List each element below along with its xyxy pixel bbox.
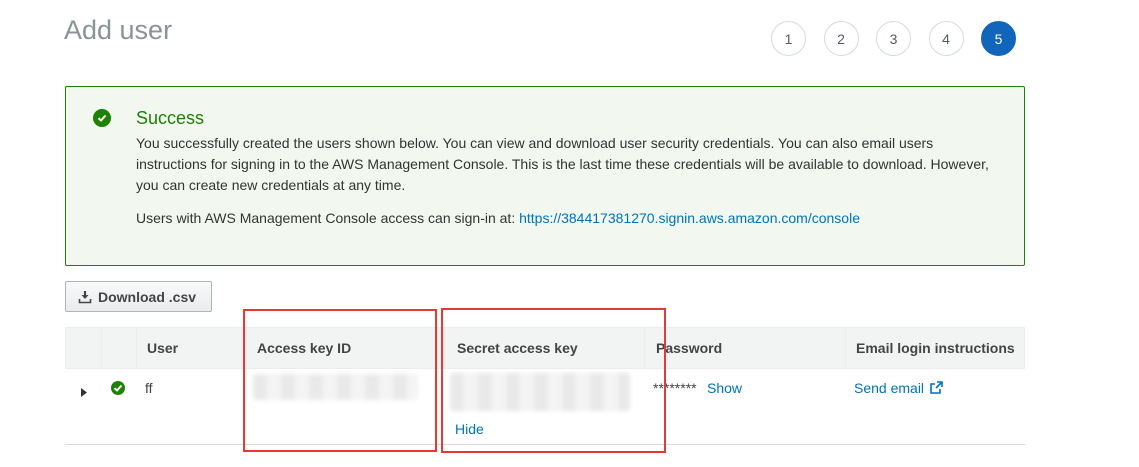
download-csv-button[interactable]: Download .csv	[65, 281, 212, 312]
header-email-login[interactable]: Email login instructions	[845, 328, 1024, 368]
step-4[interactable]: 4	[928, 21, 964, 56]
header-password[interactable]: Password	[644, 328, 845, 368]
send-email-label: Send email	[854, 380, 925, 396]
show-password-link[interactable]: Show	[707, 380, 742, 396]
success-alert: Success You successfully created the use…	[65, 86, 1025, 266]
alert-title: Success	[136, 108, 205, 128]
external-link-icon	[930, 381, 943, 397]
page-title: Add user	[64, 15, 173, 45]
step-2[interactable]: 2	[823, 21, 859, 56]
header-user[interactable]: User	[136, 328, 244, 368]
console-signin-link[interactable]: https://384417381270.signin.aws.amazon.c…	[519, 210, 860, 226]
expand-row-icon[interactable]	[81, 384, 87, 400]
step-5[interactable]: 5	[981, 21, 1016, 56]
header-secret-access-key[interactable]: Secret access key	[444, 328, 644, 368]
step-3[interactable]: 3	[876, 21, 911, 56]
step-1[interactable]: 1	[771, 21, 806, 56]
send-email-link[interactable]: Send email	[854, 380, 943, 397]
users-table: User Access key ID Secret access key Pas…	[65, 327, 1025, 445]
console-signin-text: Users with AWS Management Console access…	[136, 210, 860, 226]
header-status	[101, 328, 136, 368]
header-expand	[66, 328, 101, 368]
user-name: ff	[145, 380, 153, 396]
download-icon	[78, 290, 92, 304]
table-header: User Access key ID Secret access key Pas…	[65, 327, 1025, 369]
password-mask: ********	[653, 380, 697, 396]
console-signin-label: Users with AWS Management Console access…	[136, 210, 516, 226]
access-key-id-redacted	[253, 374, 418, 400]
header-access-key-id[interactable]: Access key ID	[244, 328, 444, 368]
status-success-icon	[111, 381, 125, 398]
hide-secret-link[interactable]: Hide	[455, 421, 484, 437]
table-row: ff Hide ******** Show Send email	[65, 369, 1025, 445]
alert-message: You successfully created the users shown…	[136, 135, 989, 193]
wizard-steps: 1 2 3 4 5	[771, 21, 1034, 56]
download-csv-label: Download .csv	[98, 288, 197, 305]
secret-access-key-redacted	[450, 373, 630, 411]
check-circle-icon	[93, 109, 111, 127]
